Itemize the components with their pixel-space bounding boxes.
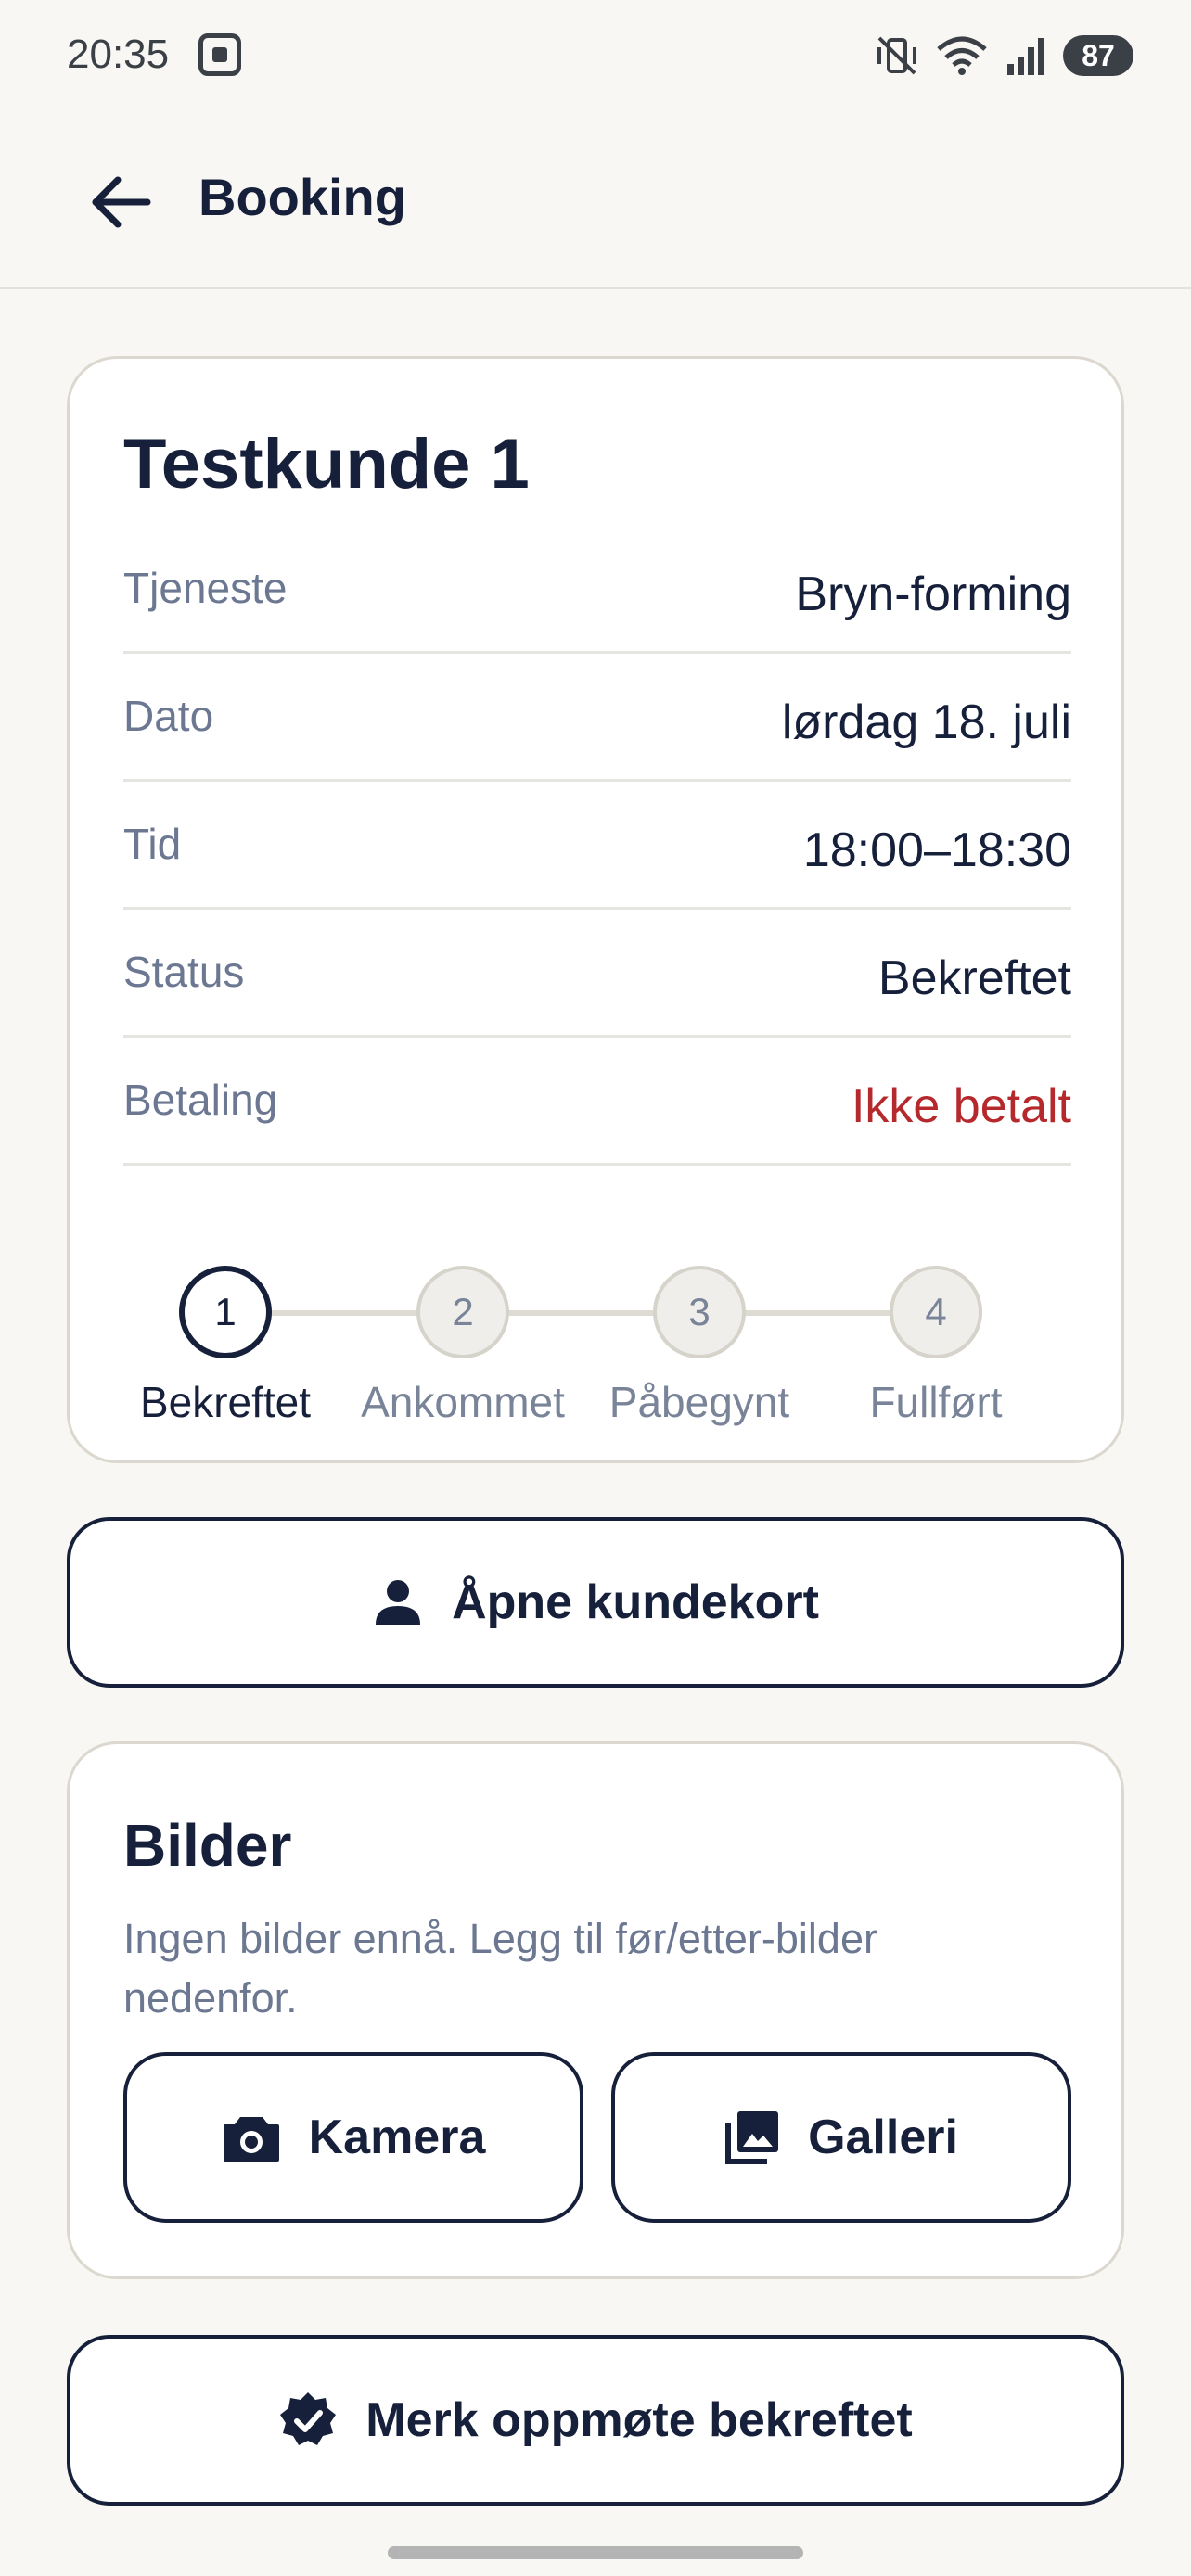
detail-row-status: Status Bekreftet: [123, 910, 1071, 1038]
detail-value: Bryn-forming: [795, 567, 1071, 621]
app-bar: Booking: [0, 111, 1191, 289]
arrow-left-icon: [92, 176, 151, 228]
step-label: Bekreftet: [139, 1378, 312, 1426]
camera-button[interactable]: Kamera: [123, 2052, 583, 2223]
step-completed: 4 Fullført: [834, 1249, 1038, 1427]
home-indicator[interactable]: [388, 2546, 803, 2559]
verified-badge-icon: [280, 2392, 337, 2445]
status-time: 20:35: [67, 32, 170, 77]
photos-empty-text: Ingen bilder ennå. Legg til før/etter-bi…: [123, 1915, 877, 2021]
step-label: Påbegynt: [608, 1378, 790, 1426]
detail-label: Tjeneste: [123, 564, 288, 612]
person-icon: [376, 1580, 421, 1625]
status-icons: 87: [876, 30, 1133, 82]
confirm-attendance-label: Merk oppmøte bekreftet: [365, 2393, 913, 2447]
wifi-icon: [937, 36, 987, 75]
step-confirmed: 1 Bekreftet: [123, 1249, 327, 1427]
detail-label: Status: [123, 948, 245, 996]
step-number: 4: [890, 1266, 982, 1358]
step-number: 1: [179, 1266, 272, 1358]
status-value: Bekreftet: [877, 951, 1071, 1005]
gallery-label: Galleri: [808, 2111, 958, 2164]
camera-label: Kamera: [308, 2111, 486, 2164]
step-label: Fullført: [869, 1378, 1003, 1426]
open-customer-card-button[interactable]: Åpne kundekort: [67, 1517, 1124, 1688]
gallery-button[interactable]: Galleri: [611, 2052, 1071, 2223]
detail-label: Betaling: [123, 1076, 278, 1124]
gallery-icon: [725, 2111, 779, 2164]
detail-row-date: Dato lørdag 18. juli: [123, 654, 1071, 782]
customer-name: Testkunde 1: [123, 425, 530, 504]
screen-capture-icon: [198, 33, 241, 76]
open-customer-card-label: Åpne kundekort: [452, 1575, 819, 1629]
detail-value: 18:00–18:30: [802, 823, 1071, 877]
step-label: Ankommet: [361, 1378, 565, 1426]
detail-value: lørdag 18. juli: [781, 695, 1071, 749]
booking-details-card: Testkunde 1 Tjeneste Bryn-forming Dato l…: [67, 356, 1124, 1463]
step-started: 3 Påbegynt: [597, 1249, 801, 1427]
booking-progress-stepper: 1 Bekreftet 2 Ankommet 3 Påbegynt 4 Full…: [123, 1249, 1071, 1435]
payment-value: Ikke betalt: [851, 1079, 1071, 1133]
confirm-attendance-button[interactable]: Merk oppmøte bekreftet: [67, 2335, 1124, 2506]
signal-icon: [1007, 38, 1044, 75]
detail-row-time: Tid 18:00–18:30: [123, 782, 1071, 910]
step-arrived: 2 Ankommet: [361, 1249, 565, 1427]
battery-icon: 87: [1063, 35, 1133, 76]
back-button[interactable]: [83, 165, 158, 239]
step-number: 3: [653, 1266, 746, 1358]
step-number: 2: [416, 1266, 509, 1358]
page-title: Booking: [198, 168, 406, 226]
detail-label: Tid: [123, 820, 182, 868]
detail-label: Dato: [123, 692, 214, 740]
photos-card: Bilder Ingen bilder ennå. Legg til før/e…: [67, 1741, 1124, 2279]
photos-title: Bilder: [123, 1812, 292, 1879]
status-bar: 20:35 87: [0, 0, 1191, 111]
mute-vibrate-icon: [877, 36, 916, 75]
camera-icon: [223, 2117, 279, 2162]
detail-row-service: Tjeneste Bryn-forming: [123, 526, 1071, 654]
detail-row-payment: Betaling Ikke betalt: [123, 1038, 1071, 1166]
